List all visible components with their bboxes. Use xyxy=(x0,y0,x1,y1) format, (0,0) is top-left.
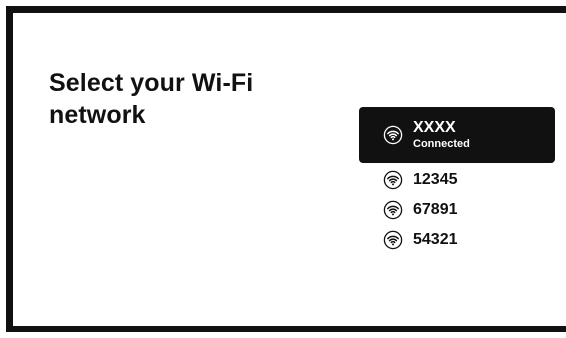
network-name: 12345 xyxy=(413,171,458,188)
network-status: Connected xyxy=(413,138,470,150)
network-name: XXXX xyxy=(413,119,456,136)
page-title: Select your Wi-Fi network xyxy=(49,69,254,129)
network-name: 67891 xyxy=(413,201,458,218)
wifi-icon xyxy=(383,230,403,250)
wifi-network-list: XXXX Connected 12345 67891 54321 xyxy=(359,107,555,255)
wifi-icon xyxy=(383,200,403,220)
wifi-network-item[interactable]: 67891 xyxy=(359,195,555,225)
wifi-icon xyxy=(383,125,403,145)
wifi-icon xyxy=(383,170,403,190)
tv-screen: Select your Wi-Fi network XXXX Connected xyxy=(6,6,566,332)
wifi-network-item[interactable]: 12345 xyxy=(359,165,555,195)
network-name: 54321 xyxy=(413,231,458,248)
wifi-network-item-connected[interactable]: XXXX Connected xyxy=(359,107,555,163)
wifi-network-item[interactable]: 54321 xyxy=(359,225,555,255)
network-text: XXXX Connected xyxy=(413,119,470,151)
